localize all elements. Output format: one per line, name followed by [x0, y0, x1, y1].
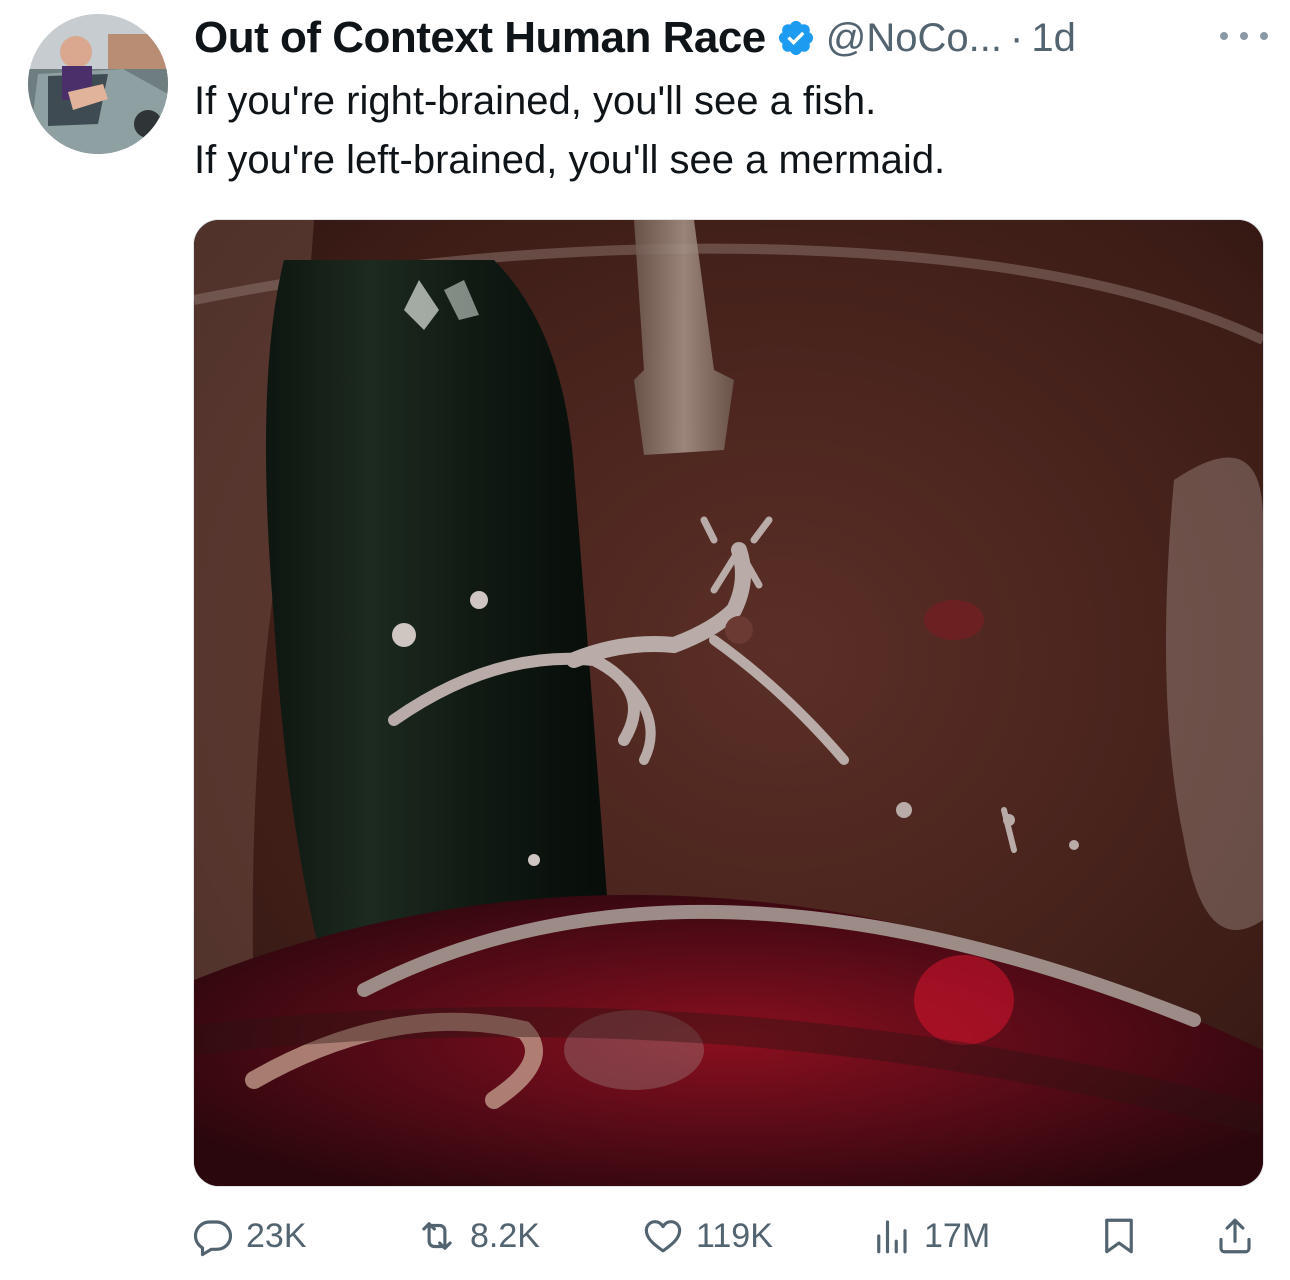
heart-icon: [644, 1220, 682, 1253]
like-count: 119K: [696, 1216, 773, 1255]
author-avatar[interactable]: [28, 14, 168, 154]
tweet-text-line: If you're right-brained, you'll see a fi…: [194, 79, 877, 123]
tweet-actions-bar: 23K 8.2K 119K 17M: [190, 1208, 1262, 1264]
reply-icon: [193, 1220, 233, 1257]
avatar-photo: [28, 14, 168, 154]
more-dot: [1220, 32, 1228, 40]
verified-badge-icon: [778, 20, 813, 56]
reply-button[interactable]: 23K: [192, 1208, 307, 1264]
share-icon: [1219, 1218, 1251, 1254]
author-name[interactable]: Out of Context Human Race: [194, 13, 766, 63]
views-icon: [877, 1220, 907, 1254]
retweet-count: 8.2K: [470, 1216, 540, 1255]
more-options-icon[interactable]: [1220, 18, 1268, 54]
more-dot: [1260, 32, 1268, 40]
like-button[interactable]: 119K: [642, 1208, 773, 1264]
more-dot: [1240, 32, 1248, 40]
author-handle[interactable]: @NoCo...: [826, 16, 1002, 61]
retweet-button[interactable]: 8.2K: [416, 1208, 540, 1264]
views-count: 17M: [924, 1216, 991, 1255]
tweet-header: Out of Context Human Race @NoCo... · 1d: [194, 8, 1270, 68]
bookmark-icon: [1105, 1218, 1133, 1254]
separator-dot: ·: [1010, 15, 1024, 60]
tweet-text: If you're right-brained, you'll see a fi…: [194, 72, 1250, 190]
tweet-timestamp[interactable]: 1d: [1031, 16, 1076, 61]
views-button[interactable]: 17M: [870, 1208, 990, 1264]
reply-count: 23K: [246, 1216, 307, 1255]
share-button[interactable]: [1214, 1208, 1256, 1264]
tweet-text-line: If you're left-brained, you'll see a mer…: [194, 138, 946, 182]
tweet-media-image[interactable]: [193, 219, 1264, 1187]
retweet-icon: [422, 1222, 452, 1250]
bookmark-button[interactable]: [1098, 1208, 1140, 1264]
wine-glass-photo: [194, 220, 1263, 1186]
